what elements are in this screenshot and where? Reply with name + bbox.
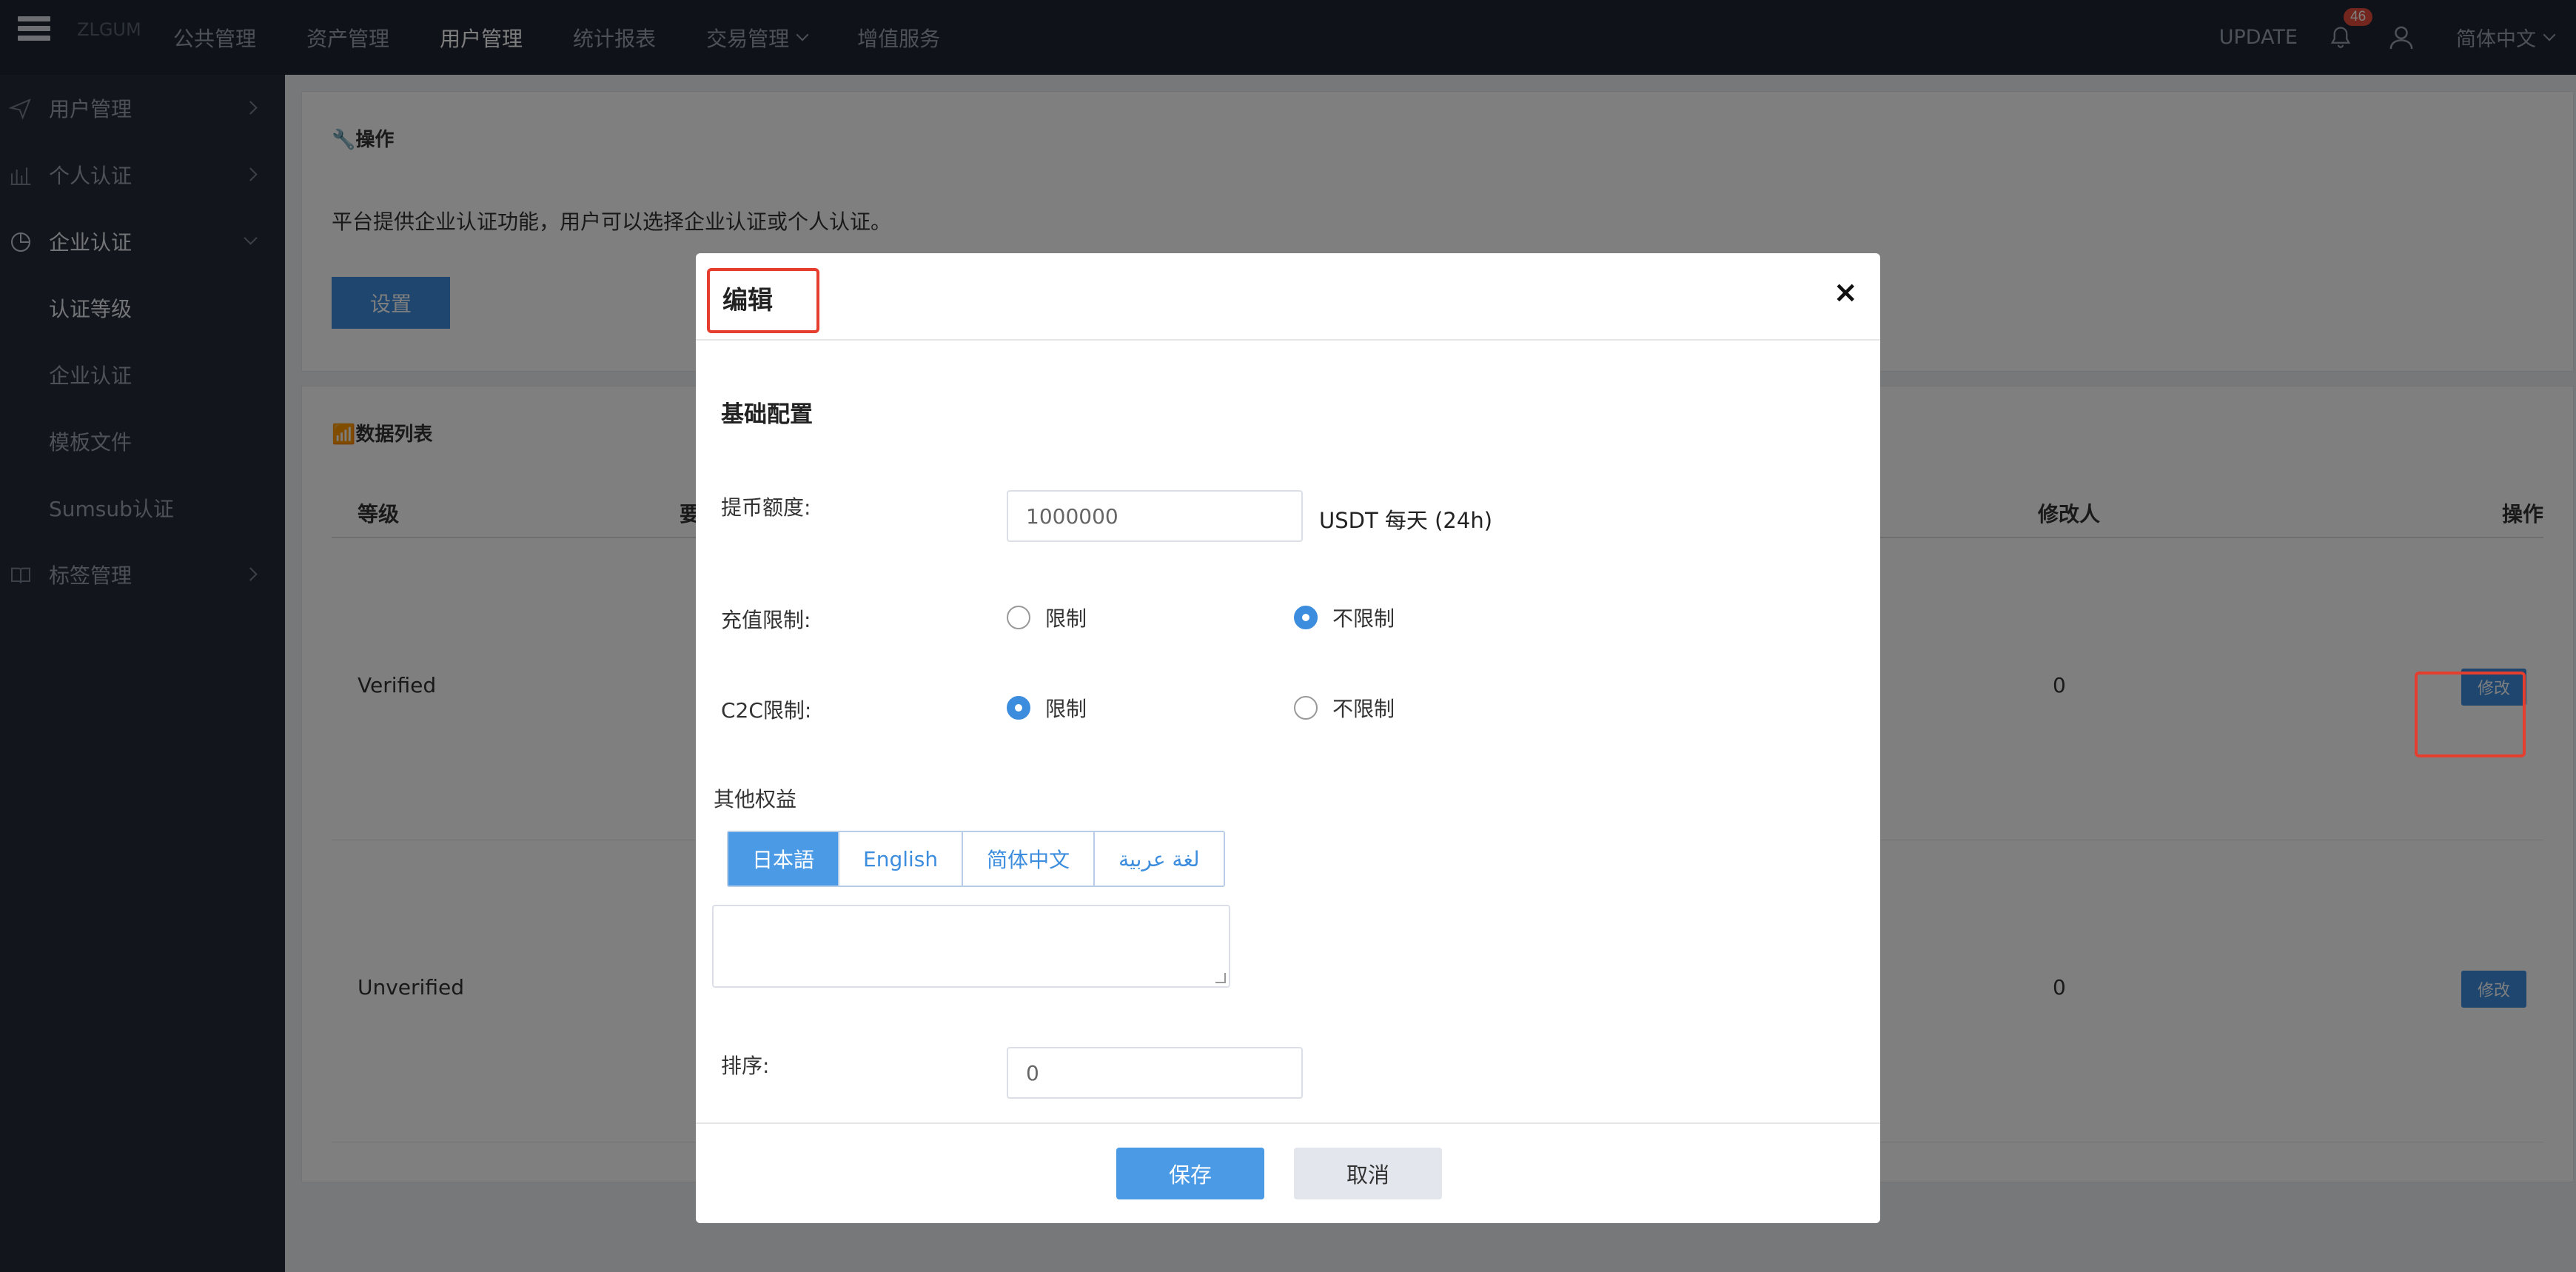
radio-label: 不限制	[1332, 606, 1395, 631]
radio-label: 限制	[1045, 697, 1087, 721]
close-icon[interactable]: ×	[1833, 275, 1858, 309]
c2c-unlimited-radio[interactable]: 不限制	[1294, 693, 1395, 723]
tab-arabic[interactable]: لغة عربية	[1095, 832, 1224, 886]
tab-japanese[interactable]: 日本語	[728, 832, 840, 886]
c2c-limit-radio[interactable]: 限制	[1007, 693, 1087, 723]
highlight-box-title	[707, 268, 819, 333]
c2c-limit-label: C2C限制:	[721, 698, 812, 723]
section-title: 基础配置	[721, 401, 813, 428]
deposit-unlimited-radio[interactable]: 不限制	[1294, 603, 1395, 632]
edit-modal: 编辑 × 基础配置 提币额度: 1000000 USDT 每天 (24h) 充值…	[696, 253, 1880, 1223]
tab-simplified-chinese[interactable]: 简体中文	[963, 832, 1096, 886]
tab-english[interactable]: English	[839, 832, 964, 886]
cancel-button[interactable]: 取消	[1294, 1148, 1442, 1199]
radio-label: 不限制	[1332, 697, 1395, 721]
benefits-textarea[interactable]	[712, 905, 1230, 988]
radio-checked	[1007, 696, 1030, 720]
radio-label: 限制	[1045, 606, 1087, 631]
modal-footer: 保存 取消	[696, 1122, 1880, 1223]
withdraw-unit: USDT 每天 (24h)	[1319, 508, 1493, 533]
deposit-limit-radio[interactable]: 限制	[1007, 603, 1087, 632]
radio-unchecked	[1007, 606, 1030, 629]
language-tabs: 日本語 English 简体中文 لغة عربية	[727, 831, 1225, 887]
radio-unchecked	[1294, 696, 1318, 720]
other-benefits-label: 其他权益	[714, 787, 797, 811]
sort-label: 排序:	[721, 1054, 770, 1078]
withdraw-limit-label: 提币额度:	[721, 495, 811, 520]
resize-handle-icon[interactable]	[1215, 973, 1226, 983]
save-button[interactable]: 保存	[1116, 1148, 1264, 1199]
modal-header: 编辑 ×	[696, 253, 1880, 341]
deposit-limit-label: 充值限制:	[721, 608, 811, 632]
sort-input[interactable]: 0	[1007, 1047, 1303, 1099]
withdraw-limit-input[interactable]: 1000000	[1007, 490, 1303, 542]
radio-checked	[1294, 606, 1318, 629]
highlight-box-edit	[2415, 672, 2526, 757]
